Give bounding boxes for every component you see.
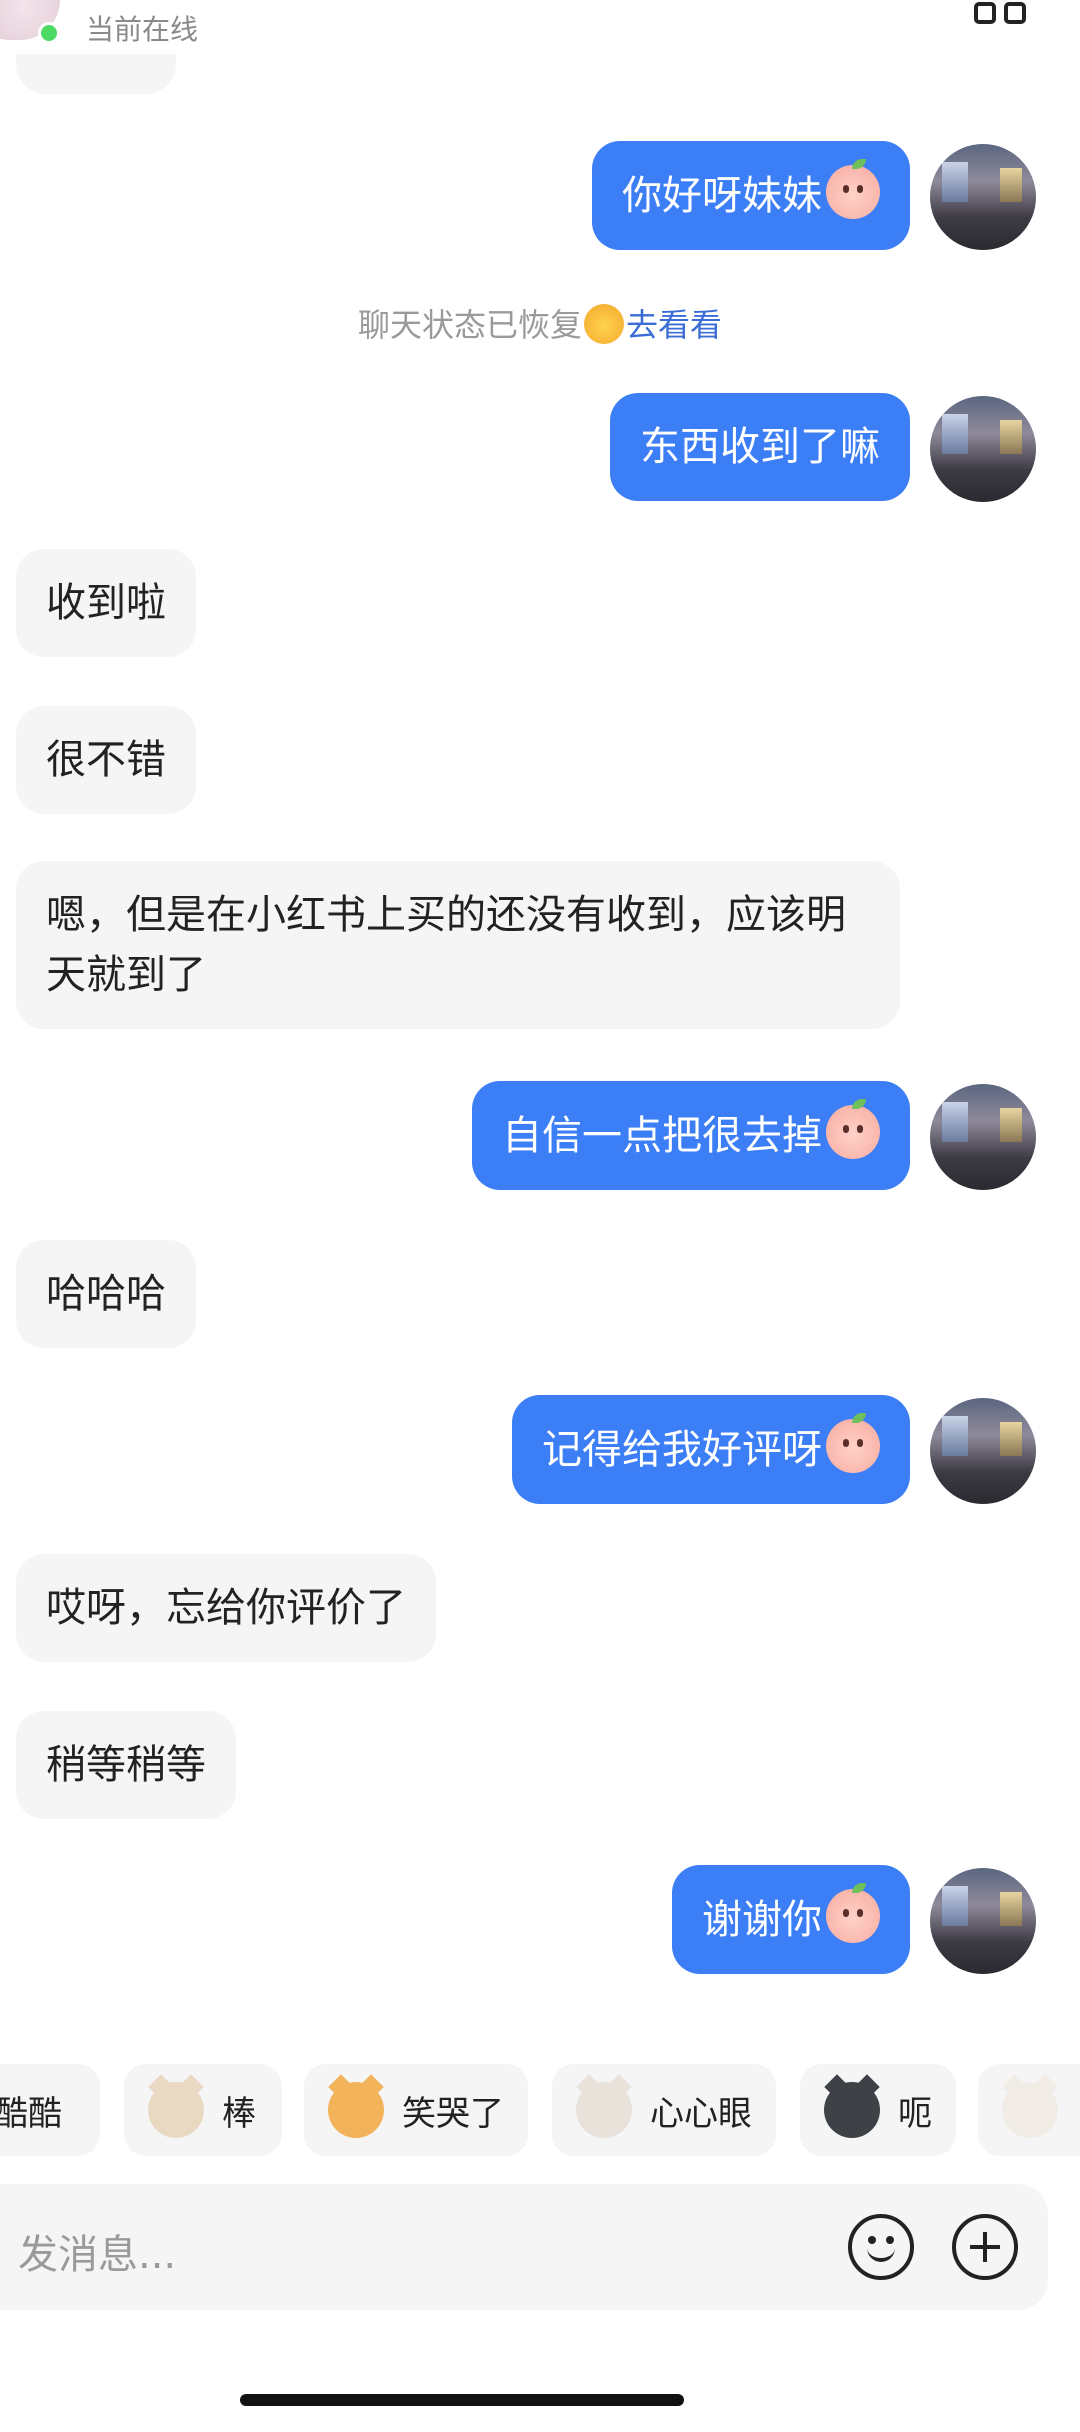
message-bubble-outgoing[interactable]: 谢谢你 [672,1865,910,1974]
view-link[interactable]: 去看看 [626,306,722,344]
calico-cat-heart-eyes-icon [576,2082,632,2138]
message-text: 嗯，但是在小红书上买的还没有收到，应该明天就到了 [46,892,846,998]
message-input[interactable]: 发消息... [18,2222,176,2280]
message-input-bar[interactable]: 发消息... [0,2184,1048,2310]
message-bubble-outgoing[interactable]: 你好呀妹妹 [592,141,910,250]
sticker-chip-heart-eyes[interactable]: 心心眼 [552,2064,776,2156]
sticker-chip-uh[interactable]: 呃 [800,2064,956,2156]
partial-message-bubble [16,54,176,94]
siamese-cat-icon [148,2082,204,2138]
message-text: 很不错 [46,737,166,783]
my-avatar[interactable] [930,1084,1036,1190]
message-bubble-incoming[interactable]: 哎呀，忘给你评价了 [16,1554,436,1662]
white-cat-icon [1002,2082,1058,2138]
message-text: 哈哈哈 [46,1271,166,1317]
my-avatar[interactable] [930,1398,1036,1504]
black-cat-icon [824,2082,880,2138]
sticker-chip-great[interactable]: 棒 [124,2064,282,2156]
sticker-label: 心心眼 [650,2093,752,2134]
message-text: 收到啦 [46,580,166,626]
home-indicator[interactable] [240,2394,684,2406]
message-bubble-incoming[interactable]: 哈哈哈 [16,1240,196,1348]
my-avatar[interactable] [930,396,1036,502]
message-bubble-outgoing[interactable]: 东西收到了嘛 [610,393,910,501]
my-avatar[interactable] [930,144,1036,250]
message-text: 自信一点把很去掉 [502,1113,822,1159]
message-list[interactable]: 你好呀妹妹 聊天状态已恢复 去看看 东西收到了嘛 收到啦 很不错 嗯，但是在小红书… [0,0,1080,2040]
message-bubble-outgoing[interactable]: 自信一点把很去掉 [472,1081,910,1190]
sticker-label: 呃 [898,2093,932,2134]
message-bubble-outgoing[interactable]: 记得给我好评呀 [512,1395,910,1504]
peach-laugh-emoji [826,1413,880,1473]
message-text: 记得给我好评呀 [542,1427,822,1473]
sticker-label: 酷酷 [0,2093,62,2134]
message-text: 哎呀，忘给你评价了 [46,1585,406,1631]
star-eyes-emoji [584,304,624,344]
message-text: 稍等稍等 [46,1742,206,1788]
emoji-icon[interactable] [848,2214,914,2280]
peach-smile-emoji [826,159,880,219]
plus-icon[interactable] [952,2214,1018,2280]
sticker-chip-partial[interactable] [978,2064,1080,2156]
message-text: 谢谢你 [702,1897,822,1943]
message-bubble-incoming[interactable]: 收到啦 [16,549,196,657]
my-avatar[interactable] [930,1868,1036,1974]
orange-cat-laugh-cry-icon [328,2082,384,2138]
message-text: 东西收到了嘛 [640,424,880,470]
peach-shy-emoji [826,1883,880,1943]
peach-cry-emoji [826,1099,880,1159]
message-bubble-incoming[interactable]: 很不错 [16,706,196,814]
message-bubble-incoming[interactable]: 嗯，但是在小红书上买的还没有收到，应该明天就到了 [16,861,900,1029]
sticker-label: 棒 [222,2093,256,2134]
system-notice: 聊天状态已恢复 去看看 [0,300,1080,346]
sticker-chip-cool[interactable]: 酷酷 [0,2064,100,2156]
system-notice-text: 聊天状态已恢复 [357,306,582,344]
sticker-label: 笑哭了 [402,2093,504,2134]
message-bubble-incoming[interactable]: 稍等稍等 [16,1711,236,1819]
message-text: 你好呀妹妹 [622,173,822,219]
sticker-suggestion-bar[interactable]: 酷酷 棒 笑哭了 心心眼 呃 [0,2064,1080,2156]
sticker-chip-laugh-cry[interactable]: 笑哭了 [304,2064,528,2156]
